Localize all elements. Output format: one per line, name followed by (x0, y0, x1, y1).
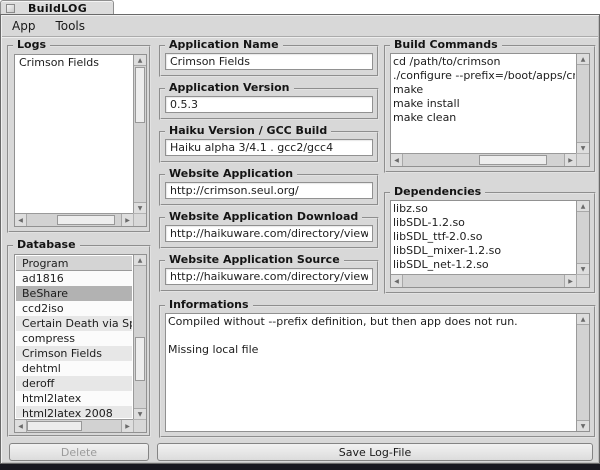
logs-list-item[interactable]: Crimson Fields (15, 55, 146, 70)
website-source-field[interactable] (165, 268, 373, 285)
database-row[interactable]: ad1816 (16, 271, 132, 286)
database-rows: Program ad1816 BeShare ccd2iso Certain D… (16, 256, 132, 418)
application-name-label: Application Name (165, 38, 283, 51)
database-column-header[interactable]: Program (16, 256, 132, 271)
scroll-left-icon[interactable] (391, 275, 403, 287)
build-commands-label: Build Commands (390, 38, 502, 51)
informations-label: Informations (165, 298, 253, 311)
website-download-label: Website Application Download (165, 210, 362, 223)
scroll-left-icon[interactable] (15, 420, 27, 432)
informations-group: Informations Compiled without --prefix d… (159, 305, 596, 438)
database-row[interactable]: html2latex 2008 (16, 406, 132, 418)
delete-button[interactable]: Delete (9, 443, 149, 461)
haiku-version-group: Haiku Version / GCC Build (159, 131, 379, 163)
scroll-up-icon[interactable] (577, 314, 589, 325)
main-window: App Tools Logs Crimson Fields Database P… (0, 14, 600, 464)
scrollbar-corner (576, 274, 589, 287)
website-download-field[interactable] (165, 225, 373, 242)
database-row[interactable]: ccd2iso (16, 301, 132, 316)
scroll-down-icon[interactable] (134, 202, 146, 213)
window-tab[interactable]: BuildLOG (0, 0, 114, 15)
scrollbar-thumb[interactable] (57, 215, 115, 225)
application-version-label: Application Version (165, 81, 294, 94)
logs-group: Logs Crimson Fields (7, 45, 151, 233)
scroll-right-icon[interactable] (564, 154, 576, 166)
scroll-up-icon[interactable] (134, 255, 146, 266)
website-application-label: Website Application (165, 167, 297, 180)
scroll-left-icon[interactable] (391, 154, 403, 166)
database-list[interactable]: Program ad1816 BeShare ccd2iso Certain D… (14, 254, 147, 433)
dependencies-text[interactable]: libz.so libSDL-1.2.so libSDL_ttf-2.0.so … (393, 202, 575, 273)
save-logfile-button[interactable]: Save Log-File (157, 443, 593, 461)
build-commands-textview[interactable]: cd /path/to/crimson ./configure --prefix… (390, 53, 590, 167)
scroll-down-icon[interactable] (577, 263, 589, 274)
scroll-up-icon[interactable] (577, 201, 589, 212)
haiku-version-label: Haiku Version / GCC Build (165, 124, 331, 137)
close-icon[interactable] (6, 4, 15, 13)
scroll-down-icon[interactable] (577, 420, 589, 431)
database-label: Database (13, 238, 80, 251)
menu-app[interactable]: App (2, 16, 45, 36)
menu-tools[interactable]: Tools (45, 16, 95, 36)
logs-list[interactable]: Crimson Fields (14, 54, 147, 227)
database-row[interactable]: html2latex (16, 391, 132, 406)
scroll-right-icon[interactable] (121, 214, 133, 226)
logs-label: Logs (13, 38, 50, 51)
database-row[interactable]: Crimson Fields (16, 346, 132, 361)
menu-bar: App Tools (2, 16, 598, 37)
dependencies-group: Dependencies libz.so libSDL-1.2.so libSD… (384, 192, 596, 294)
database-vertical-scrollbar[interactable] (133, 255, 146, 419)
logs-vertical-scrollbar[interactable] (133, 55, 146, 213)
build-commands-vertical-scrollbar[interactable] (576, 54, 589, 153)
scrollbar-corner (133, 213, 146, 226)
database-row-selected[interactable]: BeShare (16, 286, 132, 301)
build-commands-text[interactable]: cd /path/to/crimson ./configure --prefix… (393, 55, 575, 152)
database-row[interactable]: compress (16, 331, 132, 346)
website-application-field[interactable] (165, 182, 373, 199)
scrollbar-thumb[interactable] (27, 421, 82, 431)
dependencies-textview[interactable]: libz.so libSDL-1.2.so libSDL_ttf-2.0.so … (390, 200, 590, 288)
scrollbar-thumb[interactable] (135, 337, 145, 381)
logs-horizontal-scrollbar[interactable] (15, 213, 133, 226)
website-source-group: Website Application Source (159, 260, 379, 292)
database-group: Database Program ad1816 BeShare ccd2iso … (7, 245, 151, 437)
build-commands-horizontal-scrollbar[interactable] (391, 153, 576, 166)
website-download-group: Website Application Download (159, 217, 379, 249)
build-commands-group: Build Commands cd /path/to/crimson ./con… (384, 45, 596, 173)
application-name-group: Application Name (159, 45, 379, 77)
application-version-group: Application Version (159, 88, 379, 120)
scrollbar-thumb[interactable] (135, 67, 145, 123)
scroll-up-icon[interactable] (577, 54, 589, 65)
informations-text[interactable]: Compiled without --prefix definition, bu… (168, 315, 575, 430)
scrollbar-corner (133, 419, 146, 432)
website-source-label: Website Application Source (165, 253, 344, 266)
haiku-version-field[interactable] (165, 139, 373, 156)
application-name-field[interactable] (165, 53, 373, 70)
website-application-group: Website Application (159, 174, 379, 206)
scroll-down-icon[interactable] (577, 142, 589, 153)
scroll-right-icon[interactable] (121, 420, 133, 432)
informations-textview[interactable]: Compiled without --prefix definition, bu… (165, 313, 590, 432)
dependencies-vertical-scrollbar[interactable] (576, 201, 589, 274)
scrollbar-thumb[interactable] (479, 155, 547, 165)
application-version-field[interactable] (165, 96, 373, 113)
scroll-right-icon[interactable] (564, 275, 576, 287)
dependencies-horizontal-scrollbar[interactable] (391, 274, 576, 287)
database-row[interactable]: deroff (16, 376, 132, 391)
database-row[interactable]: Certain Death via Space (16, 316, 132, 331)
scrollbar-corner (576, 153, 589, 166)
database-horizontal-scrollbar[interactable] (15, 419, 133, 432)
dependencies-label: Dependencies (390, 185, 485, 198)
scroll-down-icon[interactable] (134, 408, 146, 419)
desktop-edge (0, 464, 600, 470)
informations-vertical-scrollbar[interactable] (576, 314, 589, 431)
database-row[interactable]: dehtml (16, 361, 132, 376)
scroll-left-icon[interactable] (15, 214, 27, 226)
scroll-up-icon[interactable] (134, 55, 146, 66)
